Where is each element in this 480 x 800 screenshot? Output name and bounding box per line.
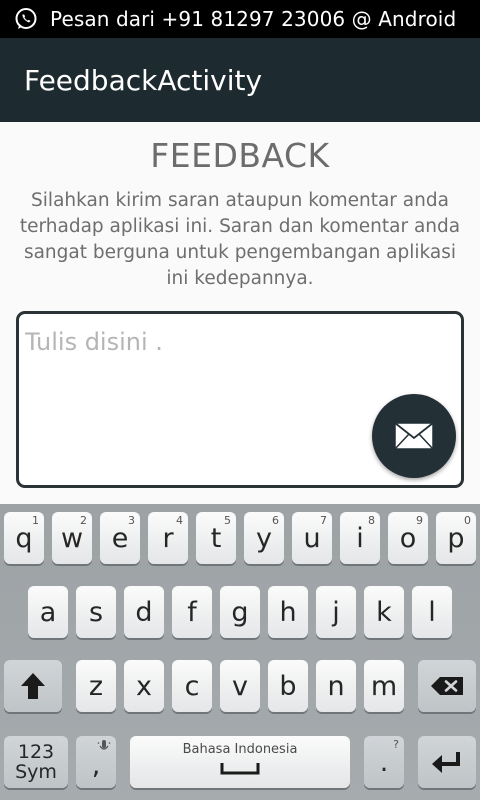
action-bar: FeedbackActivity: [0, 38, 480, 122]
key-x[interactable]: x: [124, 660, 164, 712]
key-g[interactable]: g: [220, 586, 260, 638]
key-label: y: [256, 522, 272, 554]
microphone-icon: [97, 740, 111, 750]
key-label: n: [327, 670, 345, 702]
key-v[interactable]: v: [220, 660, 260, 712]
key-r[interactable]: r 4: [148, 512, 188, 564]
key-d[interactable]: d: [124, 586, 164, 638]
key-s[interactable]: s: [76, 586, 116, 638]
key-m[interactable]: m: [364, 660, 404, 712]
envelope-icon: [394, 422, 434, 450]
key-e[interactable]: e 3: [100, 512, 140, 564]
key-hint: 4: [176, 514, 183, 527]
key-label: v: [232, 670, 248, 702]
symbols-key[interactable]: 123 Sym: [4, 736, 68, 788]
key-o[interactable]: o 9: [388, 512, 428, 564]
key-h[interactable]: h: [268, 586, 308, 638]
key-label: g: [231, 596, 249, 628]
key-label: f: [187, 596, 197, 628]
key-n[interactable]: n: [316, 660, 356, 712]
send-feedback-button[interactable]: [372, 394, 456, 478]
status-bar: Pesan dari +91 81297 23006 @ Android: [0, 0, 480, 38]
key-u[interactable]: u 7: [292, 512, 332, 564]
key-y[interactable]: y 6: [244, 512, 284, 564]
key-label: x: [136, 670, 152, 702]
key-label: s: [88, 596, 104, 628]
soft-keyboard: q 1 w 2 e 3 r 4 t 5 y 6 u 7 i 8 o 9 p 0 …: [0, 504, 480, 800]
shift-arrow-icon: [21, 673, 45, 699]
backspace-icon: [431, 677, 463, 695]
key-a[interactable]: a: [28, 586, 68, 638]
key-hint: 2: [80, 514, 87, 527]
key-label: l: [428, 596, 436, 628]
key-label: c: [184, 670, 200, 702]
space-key-label: Bahasa Indonesia: [182, 742, 298, 757]
key-label: b: [279, 670, 297, 702]
key-label: q: [15, 522, 33, 554]
page-title: FEEDBACK: [150, 136, 330, 175]
key-label: e: [111, 522, 129, 554]
key-label: w: [60, 522, 84, 554]
enter-key[interactable]: [418, 736, 476, 788]
key-hint: ?: [393, 738, 399, 751]
space-key[interactable]: Bahasa Indonesia: [130, 736, 350, 788]
enter-arrow-icon: [432, 752, 460, 773]
key-label: z: [88, 670, 104, 702]
key-label: h: [279, 596, 297, 628]
period-key[interactable]: . ?: [364, 736, 404, 788]
key-hint: 9: [416, 514, 423, 527]
key-label: u: [303, 522, 321, 554]
key-label: t: [210, 522, 222, 554]
activity-title: FeedbackActivity: [24, 63, 263, 97]
key-z[interactable]: z: [76, 660, 116, 712]
key-hint: 6: [272, 514, 279, 527]
key-l[interactable]: l: [412, 586, 452, 638]
key-w[interactable]: w 2: [52, 512, 92, 564]
comma-key[interactable]: ,: [76, 736, 116, 788]
key-label: d: [135, 596, 153, 628]
key-label: .: [379, 746, 389, 778]
key-label: j: [332, 596, 340, 628]
key-hint: 0: [464, 514, 471, 527]
key-f[interactable]: f: [172, 586, 212, 638]
key-label: i: [356, 522, 364, 554]
whatsapp-icon: [14, 7, 38, 31]
key-b[interactable]: b: [268, 660, 308, 712]
key-label: a: [39, 596, 57, 628]
key-hint: 1: [32, 514, 39, 527]
key-label: o: [399, 522, 417, 554]
feedback-description: Silahkan kirim saran ataupun komentar an…: [19, 190, 461, 289]
key-t[interactable]: t 5: [196, 512, 236, 564]
key-j[interactable]: j: [316, 586, 356, 638]
key-label: k: [376, 596, 392, 628]
key-k[interactable]: k: [364, 586, 404, 638]
key-label: r: [162, 522, 174, 554]
key-p[interactable]: p 0: [436, 512, 476, 564]
backspace-key[interactable]: [418, 660, 476, 712]
key-label: p: [447, 522, 465, 554]
key-hint: 5: [224, 514, 231, 527]
key-hint: 7: [320, 514, 327, 527]
key-q[interactable]: q 1: [4, 512, 44, 564]
shift-key[interactable]: [4, 660, 62, 712]
key-c[interactable]: c: [172, 660, 212, 712]
symbols-key-top-label: 123: [17, 741, 55, 763]
key-hint: 8: [368, 514, 375, 527]
key-label: m: [370, 670, 398, 702]
notification-text: Pesan dari +91 81297 23006 @ Android: [50, 7, 457, 31]
symbols-key-bottom-label: Sym: [15, 761, 57, 783]
key-hint: 3: [128, 514, 135, 527]
key-i[interactable]: i 8: [340, 512, 380, 564]
feedback-input[interactable]: [25, 322, 445, 362]
space-bar-icon: [220, 763, 260, 775]
